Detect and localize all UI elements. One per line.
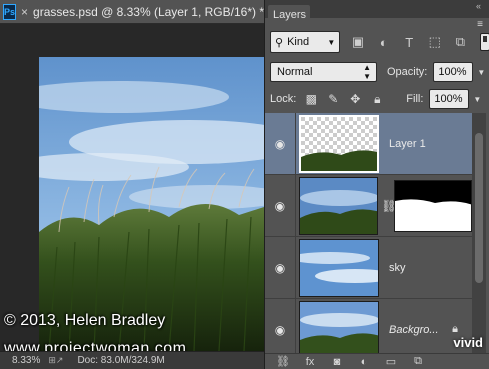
photoshop-logo-icon: Ps — [3, 3, 17, 20]
masked-layer-thumbnail-picture — [299, 177, 378, 234]
layers-scrollbar[interactable] — [472, 113, 486, 353]
document-info[interactable]: Doc: 83.0M/324.9M — [77, 355, 164, 366]
add-mask-icon[interactable]: ◙ — [328, 356, 346, 368]
close-document-button[interactable]: × — [21, 5, 28, 19]
lock-position-icon[interactable]: ✥ — [348, 92, 362, 106]
mask-link-icon[interactable]: ⛓ — [381, 199, 396, 213]
document-tab[interactable]: Ps × grasses.psd @ 8.33% (Layer 1, RGB/1… — [0, 0, 264, 24]
vivid-watermark: vivid — [453, 335, 483, 350]
website-watermark: www.projectwoman.com — [4, 340, 187, 351]
link-layers-icon[interactable]: ⛓ — [274, 355, 292, 368]
pixel-layer-filter-icon[interactable]: ▣ — [350, 34, 366, 50]
layer-row-background[interactable]: ◉ Backgro... 🔒︎ — [265, 298, 472, 353]
lock-transparent-pixels-icon[interactable]: ▩ — [304, 92, 318, 106]
type-layer-filter-icon[interactable]: T — [401, 34, 417, 50]
copyright-watermark: © 2013, Helen Bradley — [4, 312, 166, 329]
masked-layer-thumbnail — [298, 176, 379, 235]
filter-row: ⚲ Kind ▼ ▣ ◐ T ⬚ ⧉ — [265, 30, 489, 54]
background-thumbnail-picture — [300, 301, 378, 353]
lock-all-icon[interactable]: 🔒︎ — [370, 92, 384, 106]
divider — [294, 174, 296, 237]
panel-tabbar: Layers « — [265, 0, 489, 25]
layer-name[interactable]: Layer 1 — [389, 138, 426, 150]
layer-name[interactable]: Backgro... — [389, 324, 439, 336]
panel-footer: ⛓ fx ◙ ◐ ▭ ⧉ — [265, 353, 489, 369]
blend-row: Normal ▲ ▼ Opacity: 100% ▼ — [265, 60, 489, 84]
layer-row-sky[interactable]: ◉ sky — [265, 236, 472, 299]
grass-sky-picture — [39, 57, 264, 351]
panel-menu-icon[interactable]: ≡ — [477, 19, 483, 30]
layer-style-icon[interactable]: fx — [301, 356, 319, 368]
layer-row-masked[interactable]: ◉ ⛓ — [265, 174, 472, 237]
opacity-label: Opacity: — [387, 66, 428, 78]
fill-label: Fill: — [406, 93, 424, 105]
visibility-eye-icon[interactable]: ◉ — [265, 261, 295, 275]
new-group-icon[interactable]: ▭ — [382, 355, 400, 368]
document-title: grasses.psd @ 8.33% (Layer 1, RGB/16*) * — [33, 4, 264, 19]
filter-kind-select[interactable]: ⚲ Kind ▼ — [270, 31, 341, 53]
layers-list: ◉ Layer 1 ◉ ⛓ ◉ sky ◉ Backgro... 🔒︎ — [265, 113, 472, 353]
lock-image-pixels-icon[interactable]: ✎ — [326, 92, 340, 106]
filter-kind-label: Kind — [287, 36, 310, 48]
visibility-eye-icon[interactable]: ◉ — [265, 199, 295, 213]
search-icon: ⚲ — [275, 36, 284, 49]
timeline-icon[interactable]: ⊞↗ — [48, 355, 63, 366]
shape-layer-filter-icon[interactable]: ⬚ — [427, 34, 443, 50]
filter-toggle-switch[interactable] — [480, 33, 489, 51]
blend-mode-label: Normal — [277, 66, 313, 78]
sky-layer-thumbnail — [299, 238, 379, 297]
divider — [295, 113, 296, 175]
tab-layers[interactable]: Layers — [268, 5, 310, 25]
layer-mask-picture — [395, 180, 472, 231]
blend-mode-select[interactable]: Normal ▲ ▼ — [270, 62, 377, 82]
new-layer-icon[interactable]: ⧉ — [409, 355, 427, 368]
background-layer-thumbnail — [299, 300, 379, 353]
adjustment-layer-icon[interactable]: ◐ — [355, 356, 373, 368]
lock-label: Lock: — [270, 93, 297, 105]
chevron-down-icon: ▲ ▼ — [363, 63, 371, 81]
opacity-field[interactable]: 100% — [433, 62, 474, 82]
layer-1-thumbnail-picture — [301, 116, 377, 171]
chevron-down-icon: ▼ — [327, 37, 336, 47]
scrollbar-thumb[interactable] — [475, 133, 483, 283]
layer-row-layer-1[interactable]: ◉ Layer 1 — [265, 113, 472, 175]
visibility-eye-icon[interactable]: ◉ — [265, 137, 295, 151]
grass-sky-image — [39, 57, 264, 351]
photoshop-window: Ps × grasses.psd @ 8.33% (Layer 1, RGB/1… — [0, 0, 489, 369]
collapse-panel-icon[interactable]: « — [476, 1, 481, 11]
layer-mask-thumbnail[interactable] — [394, 179, 472, 232]
smart-object-filter-icon[interactable]: ⧉ — [453, 34, 469, 50]
fill-field[interactable]: 100% — [429, 89, 470, 109]
lock-row: Lock: ▩ ✎ ✥ 🔒︎ Fill: 100% ▼ — [265, 88, 489, 110]
layers-panel: Layers « ≡ ⚲ Kind ▼ ▣ ◐ T ⬚ ⧉ Normal ▲ ▼ … — [264, 0, 489, 369]
layer-1-thumbnail — [299, 114, 379, 173]
fill-dropdown-icon[interactable]: ▼ — [473, 95, 481, 104]
zoom-level[interactable]: 8.33% — [12, 355, 40, 366]
divider — [295, 298, 296, 353]
divider — [295, 236, 296, 299]
adjustment-layer-filter-icon[interactable]: ◐ — [376, 34, 392, 50]
canvas-area[interactable]: © 2013, Helen Bradley www.projectwoman.c… — [0, 25, 264, 351]
visibility-eye-icon[interactable]: ◉ — [265, 323, 295, 337]
status-bar: 8.33% ⊞↗ Doc: 83.0M/324.9M — [0, 351, 264, 369]
sky-thumbnail-picture — [300, 239, 378, 296]
opacity-dropdown-icon[interactable]: ▼ — [477, 68, 485, 77]
layer-name[interactable]: sky — [389, 262, 406, 274]
